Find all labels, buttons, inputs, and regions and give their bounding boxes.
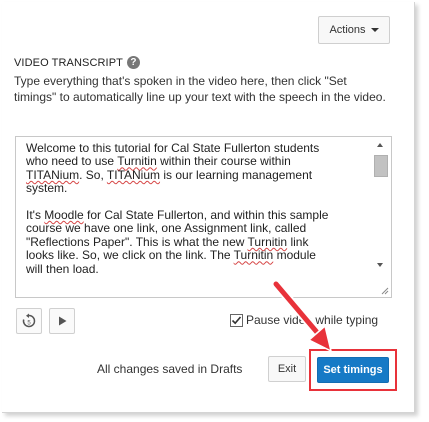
transcript-textarea[interactable]: Welcome to this tutorial for Cal State F… — [15, 136, 392, 298]
pause-while-typing-label: Pause video while typing — [246, 313, 379, 327]
replay-button[interactable]: 5 — [16, 308, 42, 334]
misspelled-word: Turnitin — [233, 248, 274, 263]
actions-label: Actions — [329, 24, 366, 36]
play-button[interactable] — [49, 308, 75, 334]
video-transcript-heading: VIDEO TRANSCRIPT — [14, 56, 123, 69]
misspelled-word: Turnitin — [117, 154, 157, 169]
scroll-down-arrow-icon[interactable] — [377, 263, 383, 267]
play-icon — [59, 316, 67, 326]
section-title: VIDEO TRANSCRIPT ? — [14, 56, 140, 69]
instructions-text: Type everything that's spoken in the vid… — [14, 74, 386, 104]
save-status-text: All changes saved in Drafts — [97, 362, 243, 376]
transcript-editor-panel: Actions VIDEO TRANSCRIPT ? Type everythi… — [2, 2, 415, 413]
help-icon[interactable]: ? — [126, 56, 140, 69]
checkmark-icon — [231, 315, 242, 324]
exit-button[interactable]: Exit — [268, 356, 306, 382]
resize-handle-icon[interactable] — [381, 287, 389, 295]
actions-dropdown-button[interactable]: Actions — [318, 16, 390, 44]
transcript-scrollbar[interactable] — [374, 140, 388, 272]
scroll-up-arrow-icon[interactable] — [377, 143, 383, 147]
scrollbar-thumb[interactable] — [374, 155, 388, 177]
pause-while-typing-checkbox[interactable] — [230, 313, 243, 327]
chevron-down-icon — [370, 28, 379, 32]
misspelled-word: Moodle — [44, 208, 84, 223]
set-timings-button[interactable]: Set timings — [317, 357, 389, 383]
misspelled-word: Turnitin — [247, 234, 288, 249]
misspelled-word: TITANium — [26, 167, 80, 182]
misspelled-word: TITANium — [106, 167, 161, 182]
replay-5-seconds-icon: 5 — [22, 313, 36, 328]
transcript-content: Welcome to this tutorial for Cal State F… — [26, 141, 329, 276]
pause-while-typing-option[interactable]: Pause video while typing — [230, 313, 378, 327]
